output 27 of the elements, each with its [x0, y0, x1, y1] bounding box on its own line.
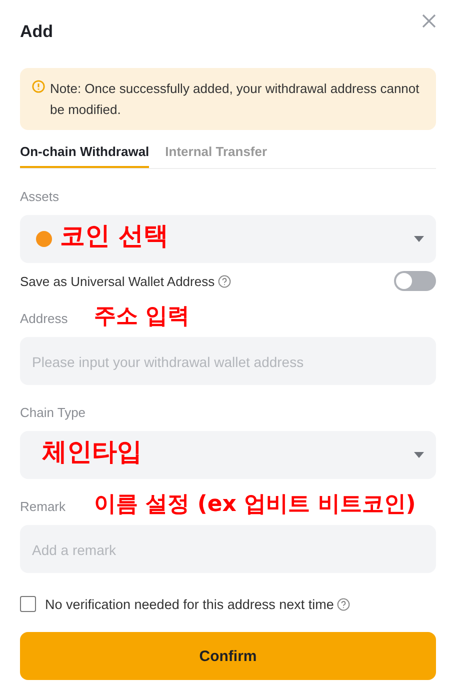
field-label: Chain Type [20, 405, 86, 420]
caret-icon [414, 236, 424, 242]
annotation-text: 이름 설정 (ex 업비트 비트코인) [94, 494, 416, 516]
warning-icon [32, 80, 45, 93]
annotation-text: 주소 입력 [94, 306, 190, 328]
checkbox-label: No verification needed for this address next time [45, 596, 334, 612]
toggle-switch[interactable] [394, 271, 436, 291]
confirm-button[interactable]: Confirm [20, 632, 436, 680]
field-label: Assets [20, 189, 60, 204]
annotation-text: 코인 선택 [60, 223, 169, 248]
caret-icon [414, 452, 424, 458]
field-label: Remark [20, 499, 66, 514]
checkbox[interactable] [20, 596, 36, 612]
select-field[interactable] [20, 215, 436, 263]
tab[interactable]: On-chain Withdrawal [20, 140, 150, 168]
dialog-title: Add [20, 22, 54, 42]
help-icon[interactable] [336, 598, 350, 610]
close-icon[interactable] [422, 14, 436, 28]
toggle-label: Save as Universal Wallet Address [20, 274, 215, 288]
input-field[interactable]: Add a remark [20, 525, 436, 573]
field-label: Address [20, 311, 68, 326]
annotation-text: 체인타입 [42, 439, 142, 464]
input-field[interactable]: Please input your withdrawal wallet address [20, 337, 436, 385]
notice-text: Note: Once successfully added, your withdrawal address cannot be modified. [50, 80, 420, 119]
help-icon[interactable] [218, 274, 231, 288]
select-field[interactable] [20, 431, 436, 479]
coin-icon [36, 231, 52, 247]
